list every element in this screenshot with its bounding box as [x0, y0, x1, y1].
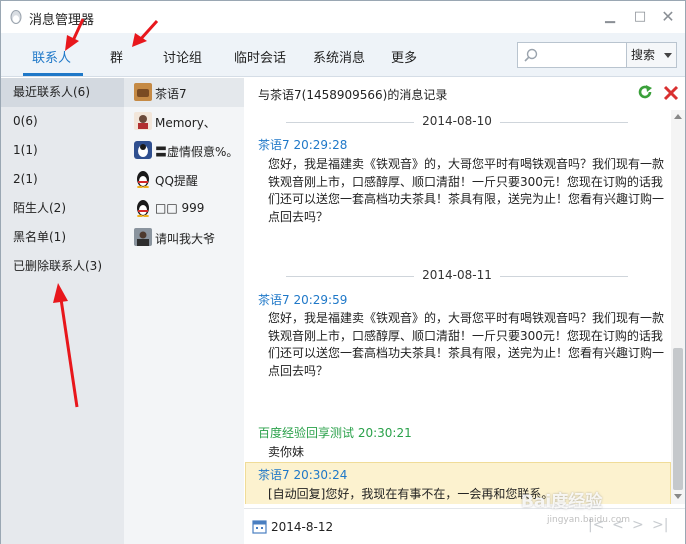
active-tab-indicator — [23, 73, 83, 76]
delete-icon[interactable] — [662, 84, 680, 102]
photo-avatar-icon — [134, 228, 152, 246]
category-blacklist[interactable]: 黑名单(1) — [1, 223, 124, 252]
penguin-avatar-icon — [134, 141, 152, 159]
contact-name: 〓虚情假意%。 — [155, 145, 239, 159]
tab-bar: 联系人 群 讨论组 临时会话 系统消息 更多 搜索 — [1, 33, 685, 77]
message-panel: 与茶语7(1458909566)的消息记录 2014-08-10 茶语7 20:… — [244, 78, 685, 544]
contact-item[interactable]: 请叫我大爷 — [124, 223, 244, 252]
close-button[interactable]: ✕ — [657, 7, 679, 27]
date-separator: 2014-08-10 — [244, 114, 671, 130]
title-bar: 消息管理器 ▁ □ ✕ — [1, 1, 685, 33]
date-separator: 2014-08-11 — [244, 268, 671, 284]
qq-penguin-icon — [137, 200, 149, 217]
message-text: [自动回复]您好，我现在有事不在，一会再和您联系。 — [268, 487, 554, 501]
category-deleted-contacts[interactable]: 已删除联系人(3) — [1, 252, 124, 281]
next-page-button[interactable]: > — [632, 517, 644, 533]
scroll-down-arrow-icon[interactable] — [674, 494, 682, 499]
tab-discussions[interactable]: 讨论组 — [163, 47, 202, 66]
minimize-button[interactable]: ▁ — [599, 7, 621, 27]
scroll-thumb[interactable] — [673, 348, 683, 490]
category-group-1[interactable]: 1(1) — [1, 136, 124, 165]
tab-groups[interactable]: 群 — [110, 47, 123, 66]
contact-item[interactable]: 茶语7 — [124, 78, 244, 107]
search-button-label: 搜索 — [631, 48, 656, 62]
category-group-2[interactable]: 2(1) — [1, 165, 124, 194]
message-text: 您好，我是福建卖《铁观音》的，大哥您平时有喝铁观音吗？我们现有一款铁观音刚上市，… — [268, 157, 665, 224]
date-label: 2014-08-11 — [422, 268, 492, 282]
contact-item[interactable]: □□ 999 — [124, 194, 244, 223]
tab-more[interactable]: 更多 — [391, 47, 417, 66]
message-header: 与茶语7(1458909566)的消息记录 — [244, 78, 685, 108]
message-sender: 茶语7 20:29:59 — [258, 293, 348, 307]
contact-name: □□ 999 — [155, 201, 205, 215]
qq-penguin-logo-icon — [10, 10, 22, 24]
search-button[interactable]: 搜索 — [627, 42, 677, 68]
search-input[interactable] — [540, 46, 624, 64]
chevron-down-icon — [664, 53, 672, 58]
contact-name: QQ提醒 — [155, 174, 198, 188]
date-label: 2014-08-10 — [422, 114, 492, 128]
contact-name: 茶语7 — [155, 87, 187, 101]
contact-item[interactable]: QQ提醒 — [124, 165, 244, 194]
message-manager-window: 消息管理器 ▁ □ ✕ 联系人 群 讨论组 临时会话 系统消息 更多 搜索 最近… — [0, 0, 686, 544]
tab-contacts[interactable]: 联系人 — [32, 47, 71, 66]
message-sender: 茶语7 20:29:28 — [258, 138, 348, 152]
category-strangers[interactable]: 陌生人(2) — [1, 194, 124, 223]
vertical-scrollbar[interactable] — [671, 110, 685, 504]
category-list: 最近联系人(6) 0(6) 1(1) 2(1) 陌生人(2) 黑名单(1) 已删… — [1, 78, 124, 544]
message-text: 卖你妹 — [268, 445, 305, 459]
baidu-watermark-url: jingyan.baidu.com — [547, 515, 631, 525]
contact-name: Memory、 — [155, 116, 216, 130]
message-list: 2014-08-10 茶语7 20:29:28 您好，我是福建卖《铁观音》的，大… — [244, 110, 671, 504]
baidu-watermark: Bai度经验 — [521, 492, 603, 512]
message-history-title: 与茶语7(1458909566)的消息记录 — [258, 88, 448, 102]
message-sender: 百度经验回享测试 20:30:21 — [258, 426, 412, 440]
message-sender: 茶语7 20:30:24 — [258, 468, 348, 482]
contact-name: 请叫我大爷 — [155, 232, 216, 246]
window-title: 消息管理器 — [29, 13, 95, 28]
cartoon-avatar-icon — [134, 112, 152, 130]
tea-avatar-icon — [134, 83, 152, 101]
search-box — [517, 42, 627, 68]
category-group-0[interactable]: 0(6) — [1, 107, 124, 136]
tab-system-messages[interactable]: 系统消息 — [313, 47, 365, 66]
qq-penguin-icon — [137, 171, 149, 188]
message-footer: 2014-8-12 |< < > >| — [244, 508, 685, 544]
message-text: 您好，我是福建卖《铁观音》的，大哥您平时有喝铁观音吗？我们现有一款铁观音刚上市，… — [268, 311, 665, 378]
date-picker-value[interactable]: 2014-8-12 — [271, 520, 333, 534]
tab-temp-sessions[interactable]: 临时会话 — [234, 47, 286, 66]
scroll-up-arrow-icon[interactable] — [674, 114, 682, 119]
contact-item[interactable]: 〓虚情假意%。 — [124, 136, 244, 165]
maximize-button[interactable]: □ — [629, 7, 651, 27]
contact-list: 茶语7 Memory、 〓虚情假意%。 QQ提醒 □□ 999 请叫我大爷 — [124, 78, 244, 544]
calendar-icon[interactable] — [252, 519, 267, 534]
category-recent-contacts[interactable]: 最近联系人(6) — [1, 78, 124, 107]
refresh-icon[interactable] — [636, 84, 654, 102]
contact-item[interactable]: Memory、 — [124, 107, 244, 136]
search-icon — [524, 48, 538, 62]
last-page-button[interactable]: >| — [652, 517, 668, 533]
